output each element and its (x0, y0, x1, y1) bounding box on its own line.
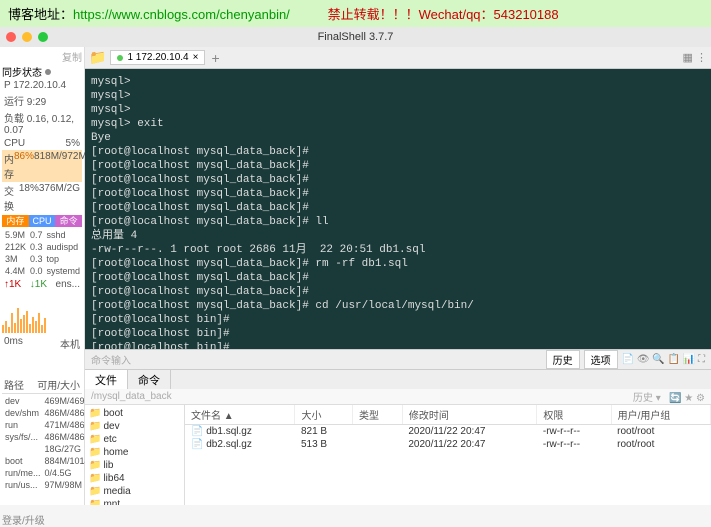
close-icon[interactable] (6, 32, 16, 42)
copy-button[interactable]: 复制 (2, 49, 82, 64)
minimize-icon[interactable] (22, 32, 32, 42)
network-chart (2, 293, 82, 333)
stats-sidebar: 复制 同步状态 P 172.20.10.4 运行 9:29 负载 0.16, 0… (0, 47, 85, 505)
session-tab[interactable]: 1 172.20.10.4× (110, 50, 205, 65)
tab-commands[interactable]: 命令 (128, 370, 171, 389)
latency-chart (2, 354, 82, 374)
maximize-icon[interactable] (38, 32, 48, 42)
table-row[interactable]: 📄 db1.sql.gz821 B2020/11/22 20:47-rw-r--… (185, 425, 711, 439)
window-titlebar: FinalShell 3.7.7 (0, 27, 711, 47)
window-title: FinalShell 3.7.7 (318, 31, 394, 43)
folder-icon[interactable]: 📁 (89, 49, 106, 66)
history-button[interactable]: 历史 (546, 350, 580, 369)
toolbar-icons[interactable]: 📄 👁 🔍 📋 📊 ⛶ (622, 354, 705, 365)
login-link[interactable]: 登录/升级 (2, 512, 82, 527)
traffic-lights[interactable] (6, 32, 48, 42)
terminal[interactable]: mysql> mysql> mysql> mysql> exit Bye [ro… (85, 69, 711, 349)
watermark-banner: 博客地址：https://www.cnblogs.com/chenyanbin/… (0, 0, 711, 27)
session-tabbar: 📁 1 172.20.10.4× + ▦ ⋮ (85, 47, 711, 69)
options-button[interactable]: 选项 (584, 350, 618, 369)
process-table: 5.9M0.7sshd 212K0.3audispd 3M0.3top 4.4M… (2, 228, 83, 278)
table-row[interactable]: 📄 db2.sql.gz513 B2020/11/22 20:47-rw-r--… (185, 438, 711, 451)
grid-icon[interactable]: ▦ ⋮ (683, 51, 707, 64)
add-tab-button[interactable]: + (211, 50, 219, 66)
folder-tree[interactable]: 📁boot📁dev📁etc📁home📁lib📁lib64📁media📁mnt📁m… (85, 405, 185, 505)
path-bar[interactable]: /mysql_data_back 历史 ▾ 🔄 ★ ⚙ (85, 389, 711, 405)
file-list[interactable]: 文件名 ▲大小类型修改时间权限用户/用户组 📄 db1.sql.gz821 B2… (185, 405, 711, 505)
bottom-tabs: 文件 命令 (85, 369, 711, 389)
tab-files[interactable]: 文件 (85, 370, 128, 389)
command-input[interactable]: 命令输入 (91, 352, 131, 367)
